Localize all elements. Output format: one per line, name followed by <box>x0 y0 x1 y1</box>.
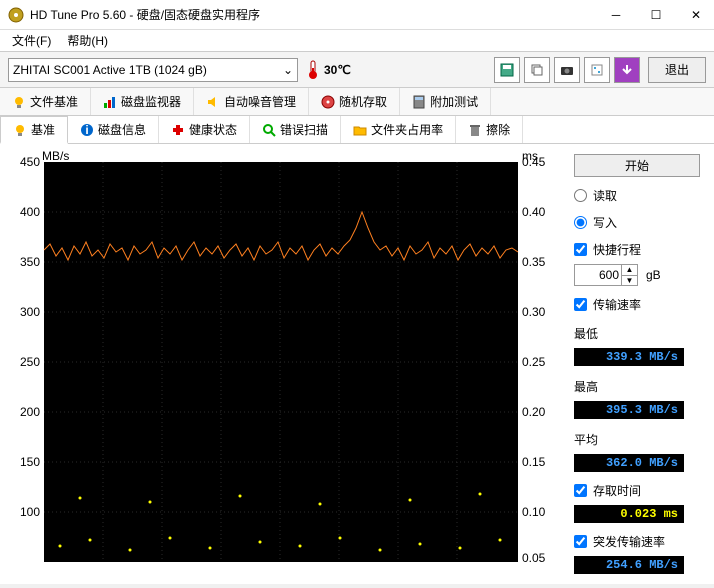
min-label: 最低 <box>574 325 700 342</box>
svg-text:0.45: 0.45 <box>522 155 546 169</box>
info-icon: i <box>80 123 94 137</box>
svg-text:0.25: 0.25 <box>522 355 546 369</box>
svg-text:0.20: 0.20 <box>522 405 546 419</box>
short-stroke-input[interactable]: 600 ▲▼ <box>574 264 638 286</box>
tab-error-scan[interactable]: 错误扫描 <box>250 116 341 143</box>
drive-select[interactable]: ZHITAI SC001 Active 1TB (1024 gB) ⌄ <box>8 58 298 82</box>
window-title: HD Tune Pro 5.60 - 硬盘/固态硬盘实用程序 <box>30 6 606 23</box>
tab-extra[interactable]: 附加测试 <box>400 88 491 115</box>
tool-save-icon[interactable] <box>494 57 520 83</box>
tab-info[interactable]: i磁盘信息 <box>68 116 159 143</box>
app-icon <box>8 7 24 23</box>
svg-text:0.10: 0.10 <box>522 505 546 519</box>
folder-icon <box>353 123 367 137</box>
chart-icon <box>103 95 117 109</box>
svg-text:0.40: 0.40 <box>522 205 546 219</box>
svg-text:0.05: 0.05 <box>522 551 546 565</box>
svg-text:450: 450 <box>20 155 40 169</box>
short-stroke-check[interactable]: 快捷行程 <box>574 241 700 258</box>
thermometer-icon <box>306 60 320 80</box>
tab-file-benchmark[interactable]: 文件基准 <box>0 88 91 115</box>
tab-folder-usage[interactable]: 文件夹占用率 <box>341 116 456 143</box>
svg-text:400: 400 <box>20 205 40 219</box>
svg-text:i: i <box>85 123 88 137</box>
benchmark-chart: MB/s 450 400 350 300 250 200 150 100 ms … <box>0 144 560 564</box>
tab-disk-monitor[interactable]: 磁盘监视器 <box>91 88 194 115</box>
avg-label: 平均 <box>574 431 700 448</box>
calc-icon <box>412 95 426 109</box>
cross-icon <box>171 123 185 137</box>
chevron-down-icon: ⌄ <box>283 63 293 77</box>
bulb-icon <box>13 123 27 137</box>
burst-value: 254.6 MB/s <box>574 556 684 574</box>
unit-gb: gB <box>646 268 661 282</box>
exit-button[interactable]: 退出 <box>648 57 706 83</box>
temperature: 30℃ <box>324 63 351 77</box>
tab-benchmark[interactable]: 基准 <box>0 116 68 144</box>
svg-text:200: 200 <box>20 405 40 419</box>
spin-down-icon[interactable]: ▼ <box>622 276 637 286</box>
maximize-button[interactable]: ☐ <box>646 8 666 22</box>
svg-text:350: 350 <box>20 255 40 269</box>
write-radio[interactable]: 写入 <box>574 214 700 231</box>
spin-up-icon[interactable]: ▲ <box>622 265 637 276</box>
min-value: 339.3 MB/s <box>574 348 684 366</box>
minimize-button[interactable]: ─ <box>606 8 626 22</box>
tool-screenshot-icon[interactable] <box>554 57 580 83</box>
tab-aam[interactable]: 自动噪音管理 <box>194 88 309 115</box>
tab-health[interactable]: 健康状态 <box>159 116 250 143</box>
tool-down-icon[interactable] <box>614 57 640 83</box>
access-value: 0.023 ms <box>574 505 684 523</box>
svg-text:0.30: 0.30 <box>522 305 546 319</box>
svg-text:0.35: 0.35 <box>522 255 546 269</box>
svg-text:250: 250 <box>20 355 40 369</box>
tab-erase[interactable]: 擦除 <box>456 116 523 143</box>
max-label: 最高 <box>574 378 700 395</box>
tool-copy-icon[interactable] <box>524 57 550 83</box>
svg-text:0.15: 0.15 <box>522 455 546 469</box>
bulb-icon <box>12 95 26 109</box>
transfer-rate-check[interactable]: 传输速率 <box>574 296 700 313</box>
trash-icon <box>468 123 482 137</box>
disk-icon <box>321 95 335 109</box>
tool-settings-icon[interactable] <box>584 57 610 83</box>
drive-select-text: ZHITAI SC001 Active 1TB (1024 gB) <box>13 63 207 77</box>
tab-random[interactable]: 随机存取 <box>309 88 400 115</box>
speaker-icon <box>206 95 220 109</box>
menu-help[interactable]: 帮助(H) <box>59 30 116 51</box>
start-button[interactable]: 开始 <box>574 154 700 177</box>
burst-check[interactable]: 突发传输速率 <box>574 533 700 550</box>
menu-file[interactable]: 文件(F) <box>4 30 59 51</box>
read-radio[interactable]: 读取 <box>574 187 700 204</box>
avg-value: 362.0 MB/s <box>574 454 684 472</box>
svg-text:100: 100 <box>20 505 40 519</box>
access-time-check[interactable]: 存取时间 <box>574 482 700 499</box>
svg-text:MB/s: MB/s <box>42 150 69 163</box>
svg-text:300: 300 <box>20 305 40 319</box>
close-button[interactable]: ✕ <box>686 8 706 22</box>
search-icon <box>262 123 276 137</box>
svg-text:150: 150 <box>20 455 40 469</box>
max-value: 395.3 MB/s <box>574 401 684 419</box>
